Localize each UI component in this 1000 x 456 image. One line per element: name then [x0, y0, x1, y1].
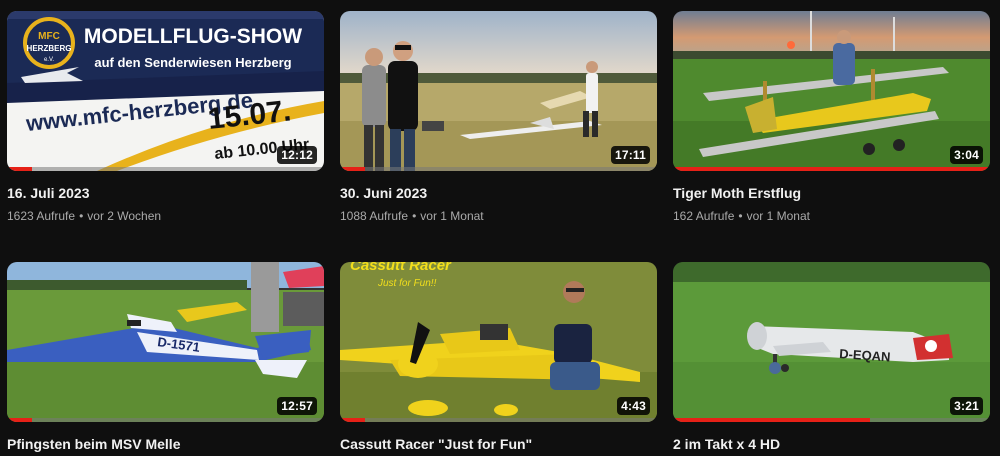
logo-text-2: HERZBERG [27, 44, 72, 53]
video-thumbnail[interactable]: D-1571 12:57 [7, 262, 324, 422]
watch-progress-fill [673, 418, 870, 422]
video-card[interactable]: MFC HERZBERG e.V. MODELLFLUG-SHOW auf de… [7, 11, 324, 224]
logo-text-1: MFC [38, 31, 60, 42]
thumbnail-image [673, 11, 990, 171]
video-card[interactable]: D-EQAN 3:21 2 im Takt x 4 HD [673, 262, 990, 453]
video-grid: MFC HERZBERG e.V. MODELLFLUG-SHOW auf de… [0, 0, 1000, 456]
view-count: 162 Aufrufe [673, 209, 735, 223]
watch-progress-fill [673, 167, 990, 171]
video-thumbnail[interactable]: Cassutt Racer Just for Fun!! 4:43 [340, 262, 657, 422]
thumbnail-image: Cassutt Racer Just for Fun!! [340, 262, 657, 422]
duration-badge: 12:57 [277, 397, 317, 415]
video-card[interactable]: D-1571 12:57 Pfingsten beim MSV Melle [7, 262, 324, 453]
thumbnail-image: D-1571 [7, 262, 324, 422]
watch-progress-fill [340, 167, 366, 171]
overlay-title: Cassutt Racer [350, 262, 452, 274]
duration-badge: 3:04 [950, 146, 983, 164]
duration-badge: 12:12 [277, 146, 317, 164]
meta-separator: • [738, 209, 743, 223]
watch-progress [340, 167, 657, 171]
video-title[interactable]: Cassutt Racer "Just for Fun" [340, 435, 657, 453]
meta-separator: • [412, 209, 417, 223]
watch-progress-fill [340, 418, 366, 422]
video-card[interactable]: 3:04 Tiger Moth Erstflug 162 Aufrufe • vor… [673, 11, 990, 224]
watch-progress [673, 418, 990, 422]
video-meta: 162 Aufrufe • vor 1 Monat [673, 208, 990, 224]
watch-progress [7, 167, 324, 171]
watch-progress-fill [7, 167, 33, 171]
video-title[interactable]: 30. Juni 2023 [340, 184, 657, 202]
view-count: 1088 Aufrufe [340, 209, 409, 223]
video-card[interactable]: 17:11 30. Juni 2023 1088 Aufrufe • vor 1 M… [340, 11, 657, 224]
upload-age: vor 2 Wochen [87, 209, 162, 223]
thumbnail-image: MFC HERZBERG e.V. MODELLFLUG-SHOW auf de… [7, 11, 324, 171]
banner-subtitle: auf den Senderwiesen Herzberg [94, 55, 291, 70]
watch-progress [673, 167, 990, 171]
video-title[interactable]: Tiger Moth Erstflug [673, 184, 990, 202]
logo-text-3: e.V. [44, 57, 54, 63]
watch-progress-fill [7, 418, 33, 422]
thumbnail-image [340, 11, 657, 171]
video-thumbnail[interactable]: D-EQAN 3:21 [673, 262, 990, 422]
video-title[interactable]: Pfingsten beim MSV Melle [7, 435, 324, 453]
video-card[interactable]: Cassutt Racer Just for Fun!! 4:43 Cassut… [340, 262, 657, 453]
video-meta: 1623 Aufrufe • vor 2 Wochen [7, 208, 324, 224]
video-thumbnail[interactable]: MFC HERZBERG e.V. MODELLFLUG-SHOW auf de… [7, 11, 324, 171]
video-thumbnail[interactable]: 3:04 [673, 11, 990, 171]
overlay-subtitle: Just for Fun!! [377, 278, 437, 289]
video-thumbnail[interactable]: 17:11 [340, 11, 657, 171]
duration-badge: 4:43 [617, 397, 650, 415]
video-title[interactable]: 2 im Takt x 4 HD [673, 435, 990, 453]
thumbnail-image: D-EQAN [673, 262, 990, 422]
meta-separator: • [79, 209, 84, 223]
watch-progress [7, 418, 324, 422]
view-count: 1623 Aufrufe [7, 209, 76, 223]
upload-age: vor 1 Monat [746, 209, 810, 223]
video-title[interactable]: 16. Juli 2023 [7, 184, 324, 202]
watch-progress [340, 418, 657, 422]
video-meta: 1088 Aufrufe • vor 1 Monat [340, 208, 657, 224]
duration-badge: 3:21 [950, 397, 983, 415]
upload-age: vor 1 Monat [420, 209, 484, 223]
banner-title: MODELLFLUG-SHOW [84, 25, 302, 48]
duration-badge: 17:11 [610, 146, 650, 164]
